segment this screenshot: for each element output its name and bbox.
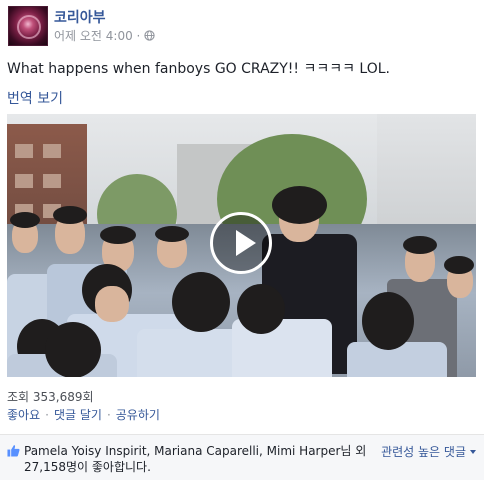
- post-message: What happens when fanboys GO CRAZY!! ㅋㅋㅋ…: [7, 61, 391, 77]
- video-player[interactable]: [7, 114, 476, 377]
- like-action[interactable]: 좋아요: [7, 406, 40, 423]
- post-actions: 좋아요 · 댓글 달기 · 공유하기: [7, 406, 160, 423]
- separator: ·: [45, 407, 49, 422]
- play-icon: [236, 230, 256, 256]
- timestamp-text[interactable]: 어제 오전 4:00 ·: [54, 27, 140, 44]
- post-card: 코리아부 어제 오전 4:00 · What happens when fanb…: [0, 0, 484, 480]
- likers-suffix: 님 외: [340, 444, 367, 458]
- caret-down-icon: [470, 449, 476, 454]
- page-name-link[interactable]: 코리아부: [54, 7, 106, 27]
- comment-sort-label: 관련성 높은 댓글: [381, 445, 466, 459]
- view-count: 조회 353,689회: [7, 390, 94, 404]
- likers-names-link[interactable]: Pamela Yoisy Inspirit, Mariana Caparelli…: [24, 444, 340, 458]
- page-avatar[interactable]: [8, 6, 48, 46]
- thumbs-up-icon: [7, 445, 20, 457]
- likes-text: Pamela Yoisy Inspirit, Mariana Caparelli…: [24, 443, 374, 475]
- play-button[interactable]: [210, 212, 272, 274]
- likes-count-link[interactable]: 27,158명이 좋아합니다.: [24, 460, 151, 474]
- post-timestamp: 어제 오전 4:00 ·: [54, 27, 156, 44]
- share-action[interactable]: 공유하기: [116, 406, 160, 423]
- separator: ·: [106, 407, 111, 422]
- avatar-emblem: [17, 15, 41, 39]
- comment-sort-dropdown[interactable]: 관련성 높은 댓글: [381, 443, 476, 460]
- likes-summary-bar: Pamela Yoisy Inspirit, Mariana Caparelli…: [0, 434, 484, 480]
- globe-icon[interactable]: [144, 30, 156, 41]
- comment-action[interactable]: 댓글 달기: [54, 406, 102, 423]
- see-translation-link[interactable]: 번역 보기: [7, 88, 63, 108]
